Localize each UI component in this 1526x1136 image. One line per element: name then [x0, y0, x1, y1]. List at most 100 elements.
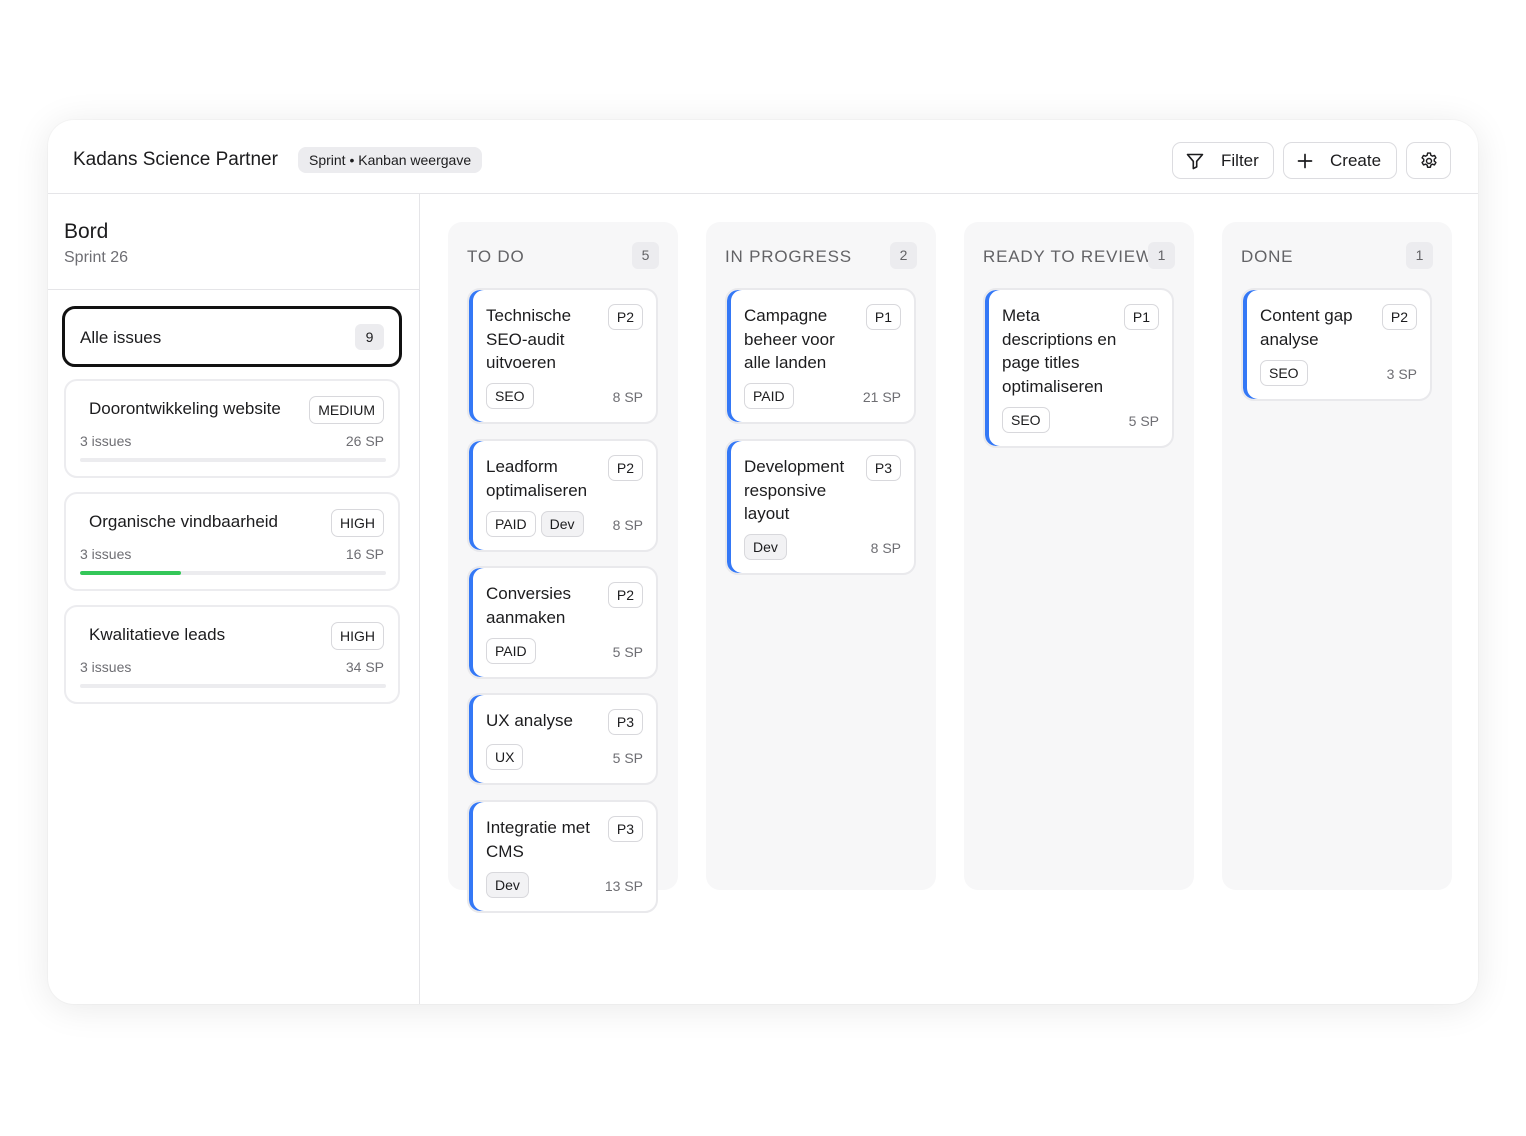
column-count: 1: [1406, 242, 1433, 269]
card-story-points: 5 SP: [1128, 413, 1159, 429]
card-tags: PAID: [486, 638, 536, 664]
card-title: Leadform optimaliseren: [486, 457, 588, 500]
board-title: Bord: [64, 220, 109, 243]
epic-progress-fill: [80, 571, 181, 575]
top-bar: Kadans Science Partner Sprint • Kanban w…: [48, 120, 1478, 194]
card-tags: SEO: [1260, 360, 1308, 386]
issue-card[interactable]: Leadform optimaliseren P2 PAID Dev 8 SP: [467, 439, 658, 552]
card-story-points: 3 SP: [1386, 366, 1417, 382]
column-title: READY TO REVIEW: [983, 247, 1153, 266]
sprint-label: Sprint 26: [64, 249, 129, 266]
epic-item-kwalitatieve-leads[interactable]: Kwalitatieve leads HIGH 3 issues 34 SP: [64, 605, 400, 704]
epic-story-points: 26 SP: [345, 433, 384, 449]
epic-issue-count: 3 issues: [80, 546, 132, 562]
epic-issue-count: 3 issues: [80, 659, 132, 675]
filter-button-label: Filter: [1221, 150, 1259, 170]
create-button-label: Create: [1330, 150, 1382, 170]
issue-card[interactable]: Conversies aanmaken P2 PAID 5 SP: [467, 566, 658, 679]
gear-icon: [1419, 151, 1439, 171]
issue-card[interactable]: Meta descriptions en page titles optimal…: [983, 288, 1174, 448]
column-title: IN PROGRESS: [725, 247, 852, 266]
epic-name: Organische vindbaarheid: [89, 512, 279, 531]
view-badge: Sprint • Kanban weergave: [298, 147, 483, 173]
card-priority-badge: P3: [607, 709, 643, 735]
all-issues-count: 9: [355, 324, 384, 350]
column-title: TO DO: [467, 247, 525, 266]
card-story-points: 8 SP: [870, 540, 901, 556]
epic-progress-bar: [80, 458, 386, 462]
card-story-points: 5 SP: [612, 644, 643, 660]
epic-name: Kwalitatieve leads: [89, 625, 226, 644]
card-story-points: 13 SP: [604, 878, 643, 894]
card-tag: SEO: [1002, 407, 1050, 433]
card-title: Integratie met CMS: [486, 818, 590, 861]
board-window: Kadans Science Partner Sprint • Kanban w…: [48, 120, 1478, 1004]
card-title: Development responsive layout: [744, 457, 845, 523]
sidebar-header: Bord Sprint 26: [48, 194, 419, 290]
card-title: Meta descriptions en page titles optimal…: [1002, 306, 1117, 396]
card-tag: UX: [486, 744, 524, 770]
card-priority-badge: P2: [607, 582, 643, 608]
sidebar: Bord Sprint 26 Alle issues 9 Doorontwikk…: [48, 194, 420, 1004]
card-tags: PAID: [744, 383, 794, 409]
card-story-points: 8 SP: [612, 389, 643, 405]
epic-story-points: 34 SP: [345, 659, 384, 675]
issue-card[interactable]: Integratie met CMS P3 Dev 13 SP: [467, 800, 658, 913]
card-priority-badge: P1: [1123, 304, 1159, 330]
card-tag: SEO: [486, 383, 534, 409]
card-tags: Dev: [486, 872, 529, 898]
epic-name: Doorontwikkeling website: [89, 399, 281, 418]
card-priority-badge: P2: [607, 455, 643, 481]
epic-priority-badge: MEDIUM: [309, 396, 384, 424]
all-issues-label: Alle issues: [80, 328, 162, 347]
card-priority-badge: P2: [1381, 304, 1417, 330]
column-count: 5: [632, 242, 659, 269]
card-story-points: 21 SP: [862, 389, 901, 405]
card-title: Content gap analyse: [1260, 306, 1353, 349]
card-tag: SEO: [1260, 360, 1308, 386]
card-tag: PAID: [744, 383, 794, 409]
card-tags: SEO: [1002, 407, 1050, 433]
card-tag: Dev: [744, 534, 787, 560]
card-story-points: 5 SP: [612, 750, 643, 766]
epic-story-points: 16 SP: [345, 546, 384, 562]
card-story-points: 8 SP: [612, 517, 643, 533]
card-title: Conversies aanmaken: [486, 584, 572, 627]
card-tag: Dev: [540, 511, 584, 537]
column-count: 1: [1148, 242, 1175, 269]
epic-issue-count: 3 issues: [80, 433, 132, 449]
settings-button[interactable]: [1406, 142, 1451, 179]
card-priority-badge: P3: [607, 816, 643, 842]
issue-card[interactable]: Content gap analyse P2 SEO 3 SP: [1241, 288, 1432, 401]
issue-card[interactable]: Development responsive layout P3 Dev 8 S…: [725, 439, 916, 575]
app-title: Kadans Science Partner: [73, 149, 278, 170]
card-title: UX analyse: [486, 711, 573, 730]
epic-priority-badge: HIGH: [331, 622, 384, 650]
card-tag: PAID: [486, 511, 536, 537]
create-button[interactable]: Create: [1283, 142, 1397, 179]
card-priority-badge: P2: [607, 304, 643, 330]
epic-item-doorontwikkeling-website[interactable]: Doorontwikkeling website MEDIUM 3 issues…: [64, 379, 400, 478]
column-count: 2: [890, 242, 917, 269]
epic-priority-badge: HIGH: [331, 509, 384, 537]
card-tags: Dev: [744, 534, 787, 560]
card-tags: SEO: [486, 383, 534, 409]
issue-card[interactable]: UX analyse P3 UX 5 SP: [467, 693, 658, 785]
card-tags: PAID Dev: [486, 511, 584, 537]
card-tag: Dev: [486, 872, 529, 898]
card-title: Campagne beheer voor alle landen: [744, 306, 835, 372]
card-tag: PAID: [486, 638, 536, 664]
card-tags: UX: [486, 744, 524, 770]
epic-progress-bar: [80, 684, 386, 688]
filter-button[interactable]: Filter: [1172, 142, 1274, 179]
plus-icon: [1297, 153, 1313, 169]
card-title: Technische SEO-audit uitvoeren: [486, 306, 572, 372]
all-issues-filter[interactable]: Alle issues 9: [62, 306, 402, 367]
issue-card[interactable]: Technische SEO-audit uitvoeren P2 SEO 8 …: [467, 288, 658, 424]
card-priority-badge: P1: [865, 304, 901, 330]
issue-card[interactable]: Campagne beheer voor alle landen P1 PAID…: [725, 288, 916, 424]
column-title: DONE: [1241, 247, 1294, 266]
epic-progress-bar: [80, 571, 386, 575]
epic-item-organische-vindbaarheid[interactable]: Organische vindbaarheid HIGH 3 issues 16…: [64, 492, 400, 591]
filter-icon: [1185, 151, 1205, 171]
